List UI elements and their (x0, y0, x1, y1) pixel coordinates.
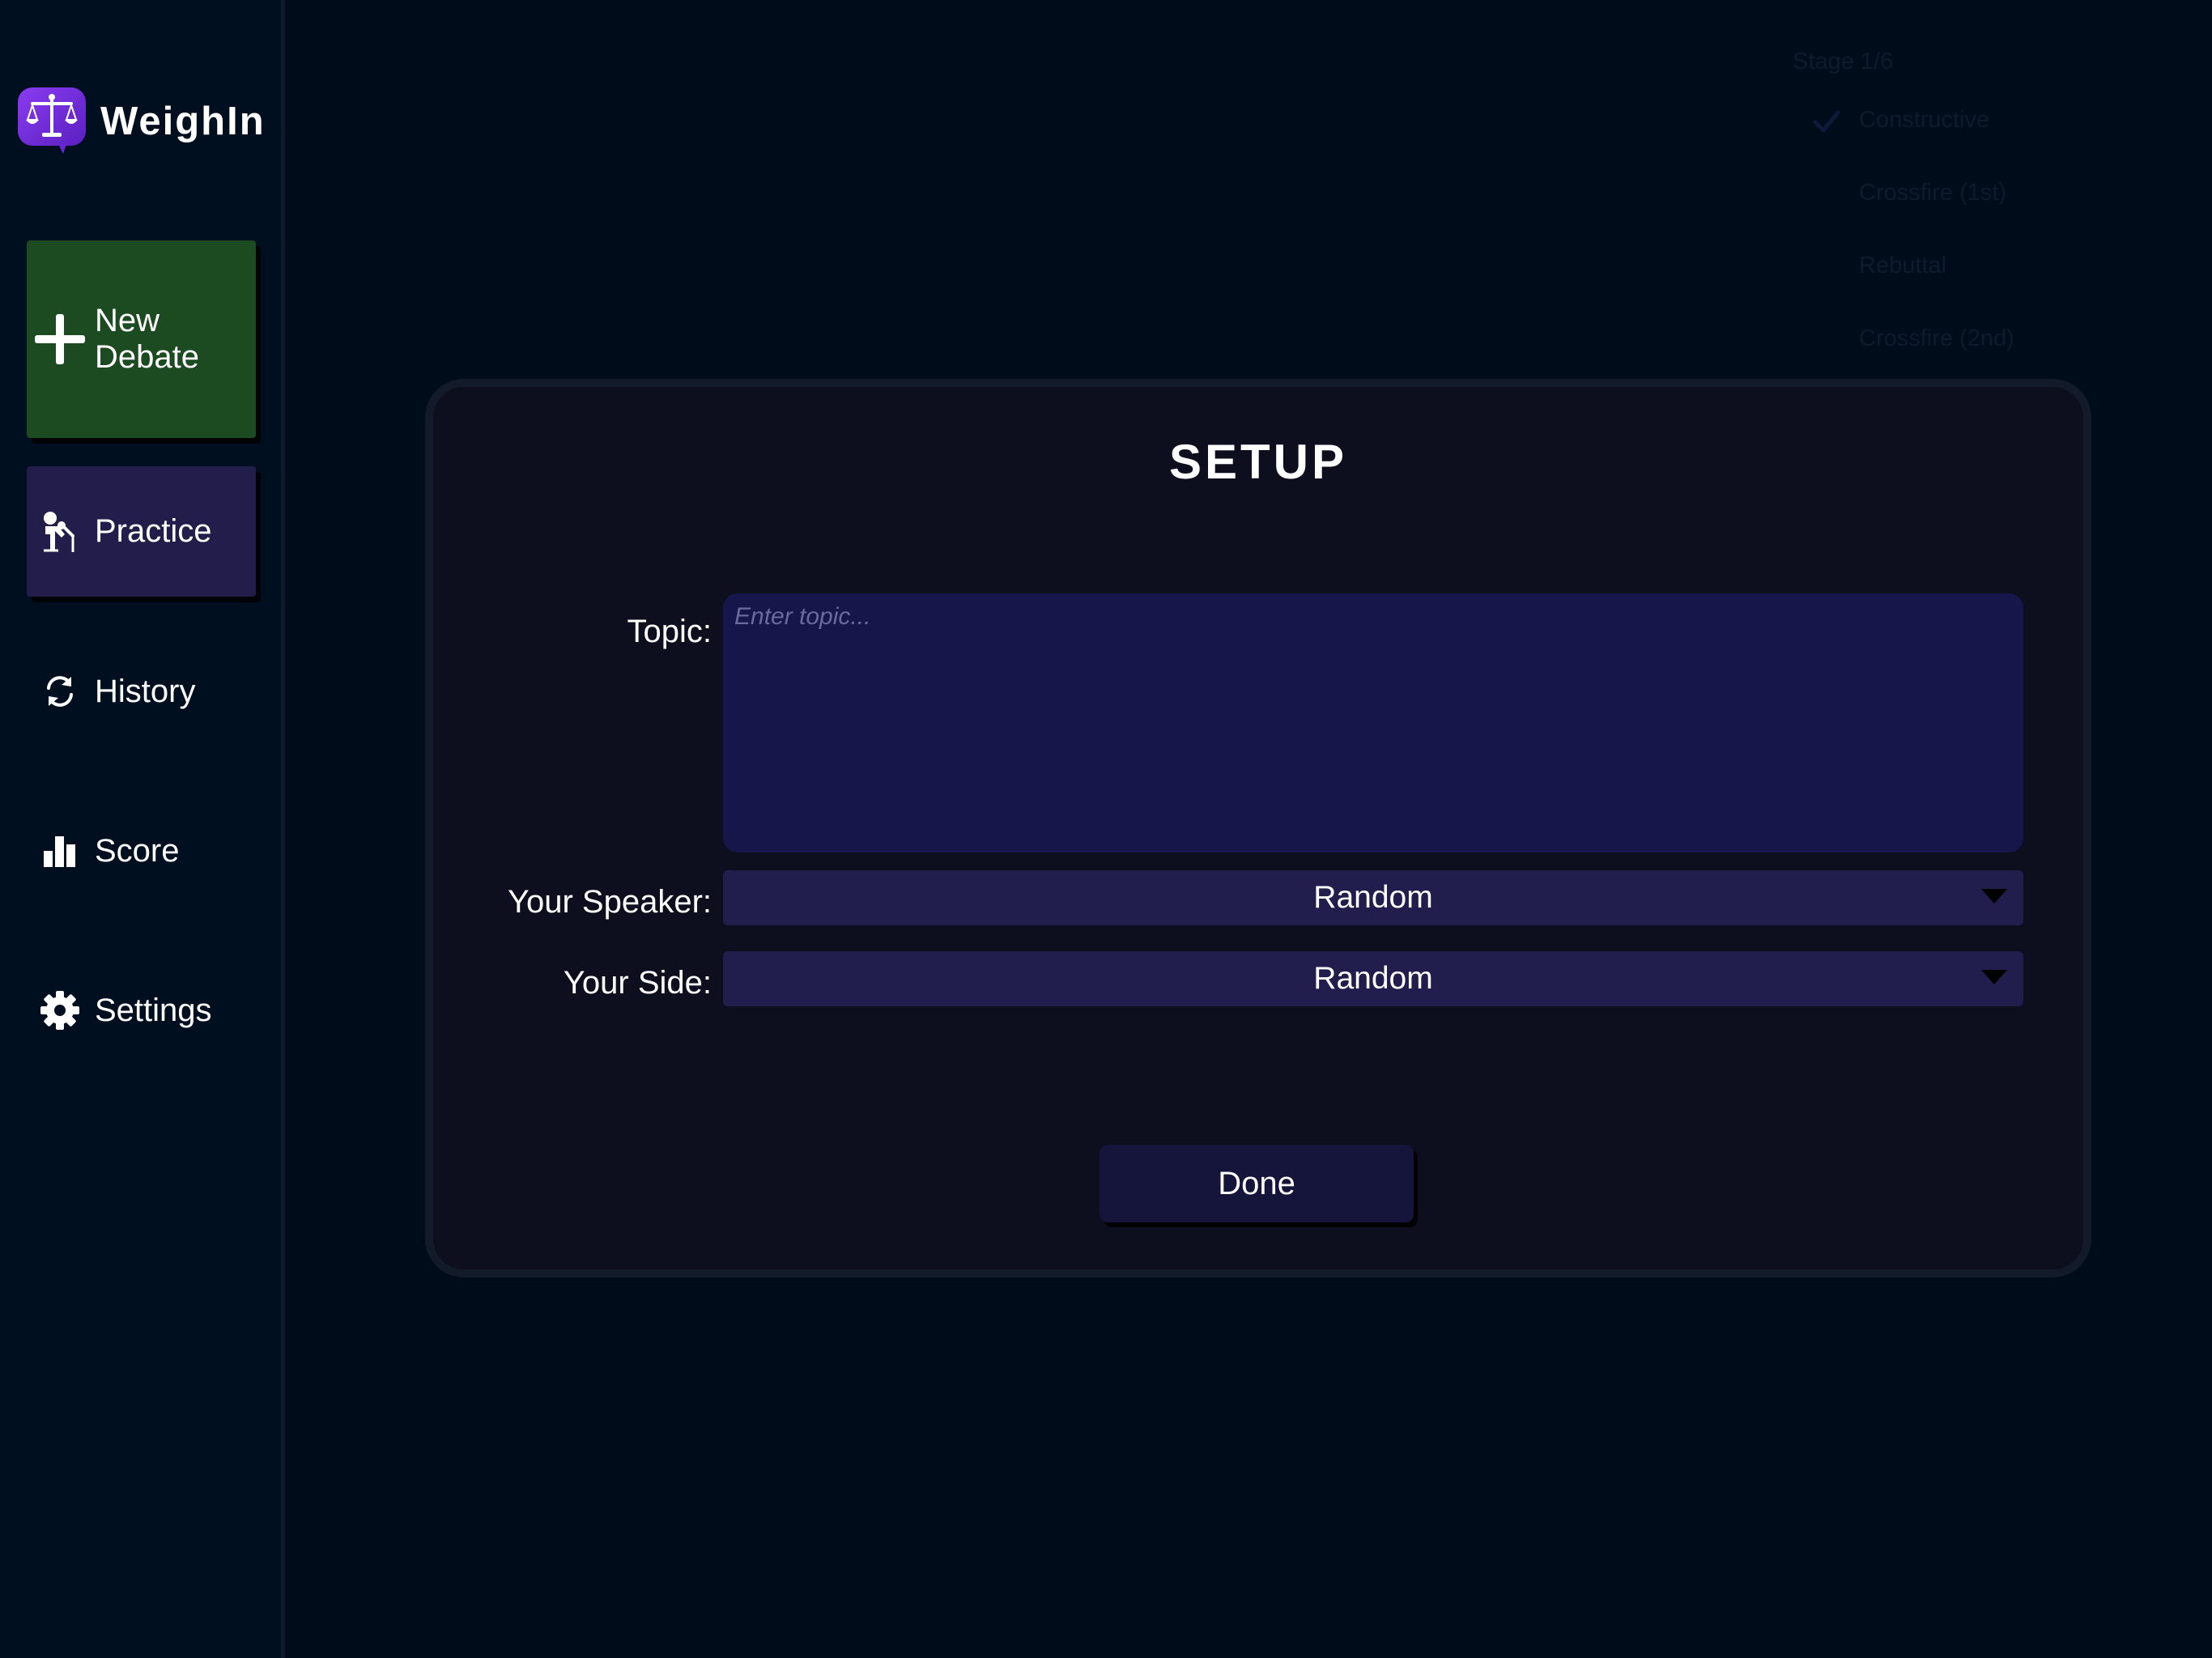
history-button[interactable]: History (27, 657, 256, 725)
settings-label: Settings (95, 992, 212, 1028)
gear-icon (27, 990, 90, 1031)
score-button[interactable]: Score (27, 817, 256, 885)
scales-logo-icon (18, 87, 86, 154)
new-debate-label-line2: Debate (95, 339, 199, 375)
sidebar: WeighIn New Debate Practice History Scor… (0, 0, 285, 1658)
side-select-value: Random (1313, 961, 1433, 996)
stage-item-constructive: Constructive (1859, 107, 1990, 133)
modal-title: SETUP (1168, 435, 1348, 489)
practice-button[interactable]: Practice (27, 466, 256, 597)
check-icon (1813, 110, 1840, 133)
stage-item-crossfire-1: Crossfire (1st) (1859, 180, 2007, 206)
speaker-select-value: Random (1313, 880, 1433, 915)
new-debate-label-line1: New (95, 303, 160, 338)
bar-chart-icon (27, 833, 90, 869)
chevron-down-icon (1981, 889, 2007, 903)
topic-label: Topic: (627, 614, 713, 649)
stage-item-rebuttal: Rebuttal (1859, 253, 1947, 278)
brand: WeighIn (16, 86, 266, 157)
chevron-down-icon (1981, 970, 2007, 984)
settings-button[interactable]: Settings (27, 976, 256, 1044)
setup-modal: SETUP Topic: Your Speaker: Random Your S… (425, 379, 2091, 1278)
side-label: Your Side: (563, 965, 712, 1001)
app-name: WeighIn (100, 100, 266, 143)
plus-icon (27, 312, 90, 366)
history-cycle-icon (27, 674, 90, 709)
side-select[interactable]: Random (723, 951, 2023, 1006)
score-label: Score (95, 832, 180, 869)
stage-counter: Stage 1/6 (1793, 49, 1894, 74)
new-debate-button[interactable]: New Debate (27, 240, 256, 438)
practice-label: Practice (95, 513, 212, 549)
topic-input[interactable] (723, 593, 2023, 852)
speaker-select[interactable]: Random (723, 870, 2023, 925)
speaker-label: Your Speaker: (507, 884, 712, 920)
new-debate-label: New Debate (95, 303, 224, 376)
podium-speaker-icon (27, 510, 90, 554)
stage-item-crossfire-2: Crossfire (2nd) (1859, 325, 2014, 351)
history-label: History (95, 673, 196, 709)
done-button[interactable]: Done (1100, 1145, 1414, 1222)
